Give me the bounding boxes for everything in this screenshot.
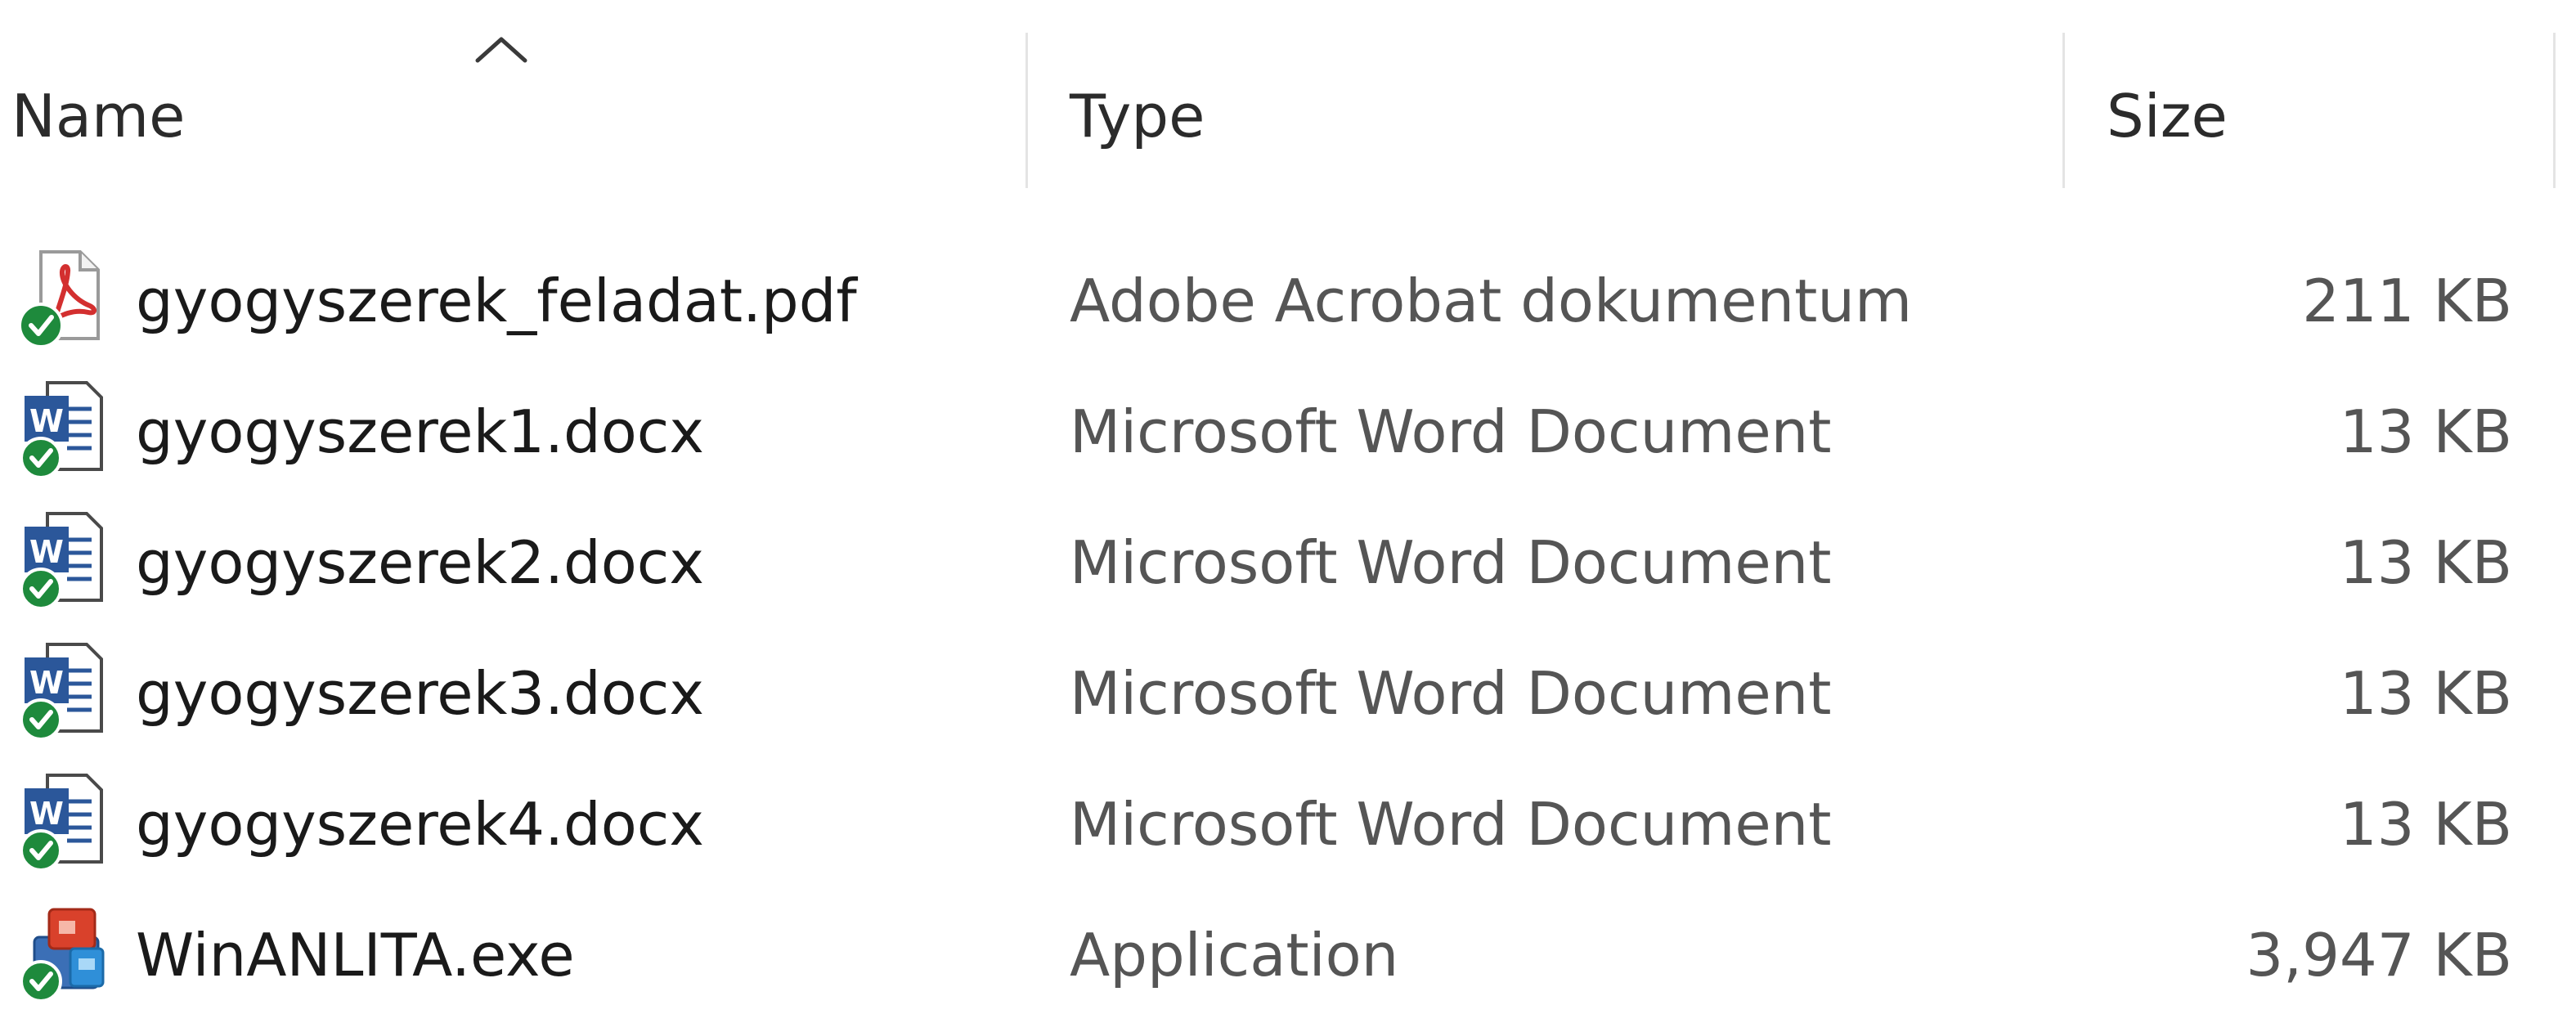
file-type: Application xyxy=(1070,921,1399,989)
file-name: gyogyszerek4.docx xyxy=(136,790,704,859)
file-size-cell: 211 KB xyxy=(2094,236,2512,366)
column-resize-handle-name-type[interactable] xyxy=(1025,33,1028,188)
word-document-icon: W xyxy=(20,381,103,479)
file-size-cell: 13 KB xyxy=(2094,366,2512,497)
file-type-cell: Microsoft Word Document xyxy=(1070,366,2051,497)
file-type-cell: Microsoft Word Document xyxy=(1070,628,2051,759)
file-size-cell: 13 KB xyxy=(2094,497,2512,628)
file-type: Microsoft Word Document xyxy=(1070,528,1832,597)
file-row[interactable]: W gyogyszerek2.docx Microsoft Word Docum… xyxy=(0,497,2576,628)
column-header-type[interactable]: Type xyxy=(1029,0,2066,196)
synced-check-icon xyxy=(20,437,62,479)
file-explorer-details-view: Name Type Size gyogyszerek_feladat.pdf A… xyxy=(0,0,2576,1023)
file-name: gyogyszerek_feladat.pdf xyxy=(136,267,857,335)
svg-text:W: W xyxy=(29,534,64,570)
file-type: Adobe Acrobat dokumentum xyxy=(1070,267,1913,335)
file-type: Microsoft Word Document xyxy=(1070,397,1832,466)
svg-text:W: W xyxy=(29,796,64,832)
file-size-cell: 13 KB xyxy=(2094,759,2512,890)
file-name-cell: W gyogyszerek2.docx xyxy=(0,497,1029,628)
synced-check-icon xyxy=(20,698,62,741)
file-type-cell: Adobe Acrobat dokumentum xyxy=(1070,236,2051,366)
file-size: 3,947 KB xyxy=(2246,921,2512,989)
sort-up-chevron-icon xyxy=(475,37,527,63)
word-document-icon: W xyxy=(20,643,103,741)
synced-check-icon xyxy=(20,960,62,1003)
file-row[interactable]: gyogyszerek_feladat.pdf Adobe Acrobat do… xyxy=(0,236,2576,366)
file-size: 13 KB xyxy=(2339,790,2512,859)
column-header-size[interactable]: Size xyxy=(2066,0,2556,196)
column-resize-handle-size-end[interactable] xyxy=(2553,33,2556,188)
pdf-file-icon xyxy=(18,250,100,348)
file-name-cell: gyogyszerek_feladat.pdf xyxy=(0,236,1029,366)
svg-text:W: W xyxy=(29,665,64,701)
file-size-cell: 3,947 KB xyxy=(2094,890,2512,1021)
file-name-cell: WinANLITA.exe xyxy=(0,890,1029,1021)
column-resize-handle-type-size[interactable] xyxy=(2062,33,2065,188)
svg-text:W: W xyxy=(29,403,64,439)
file-row[interactable]: WinANLITA.exe Application 3,947 KB xyxy=(0,890,2576,1021)
file-row[interactable]: W gyogyszerek3.docx Microsoft Word Docum… xyxy=(0,628,2576,759)
file-name: gyogyszerek2.docx xyxy=(136,528,704,597)
file-size: 13 KB xyxy=(2339,528,2512,597)
column-header-row: Name Type Size xyxy=(0,0,2576,196)
file-type-cell: Microsoft Word Document xyxy=(1070,497,2051,628)
file-size: 13 KB xyxy=(2339,659,2512,728)
word-document-icon: W xyxy=(20,774,103,872)
file-list: gyogyszerek_feladat.pdf Adobe Acrobat do… xyxy=(0,236,2576,1021)
synced-check-icon xyxy=(20,568,62,610)
synced-check-icon xyxy=(20,829,62,872)
file-type-cell: Application xyxy=(1070,890,2051,1021)
file-name-cell: W gyogyszerek4.docx xyxy=(0,759,1029,890)
file-name-cell: W gyogyszerek3.docx xyxy=(0,628,1029,759)
column-header-size-label: Size xyxy=(2107,82,2228,150)
file-size-cell: 13 KB xyxy=(2094,628,2512,759)
synced-check-icon xyxy=(18,303,64,348)
file-name: gyogyszerek3.docx xyxy=(136,659,704,728)
file-type: Microsoft Word Document xyxy=(1070,659,1832,728)
column-header-type-label: Type xyxy=(1070,82,1205,150)
file-size: 13 KB xyxy=(2339,397,2512,466)
file-row[interactable]: W gyogyszerek4.docx Microsoft Word Docum… xyxy=(0,759,2576,890)
file-size: 211 KB xyxy=(2302,267,2512,335)
word-document-icon: W xyxy=(20,512,103,610)
application-exe-icon xyxy=(20,908,105,1003)
column-header-name[interactable]: Name xyxy=(0,0,1029,196)
file-name-cell: W gyogyszerek1.docx xyxy=(0,366,1029,497)
file-name: WinANLITA.exe xyxy=(136,921,575,989)
file-row[interactable]: W gyogyszerek1.docx Microsoft Word Docum… xyxy=(0,366,2576,497)
file-type-cell: Microsoft Word Document xyxy=(1070,759,2051,890)
file-type: Microsoft Word Document xyxy=(1070,790,1832,859)
column-header-name-label: Name xyxy=(11,82,186,150)
file-name: gyogyszerek1.docx xyxy=(136,397,704,466)
